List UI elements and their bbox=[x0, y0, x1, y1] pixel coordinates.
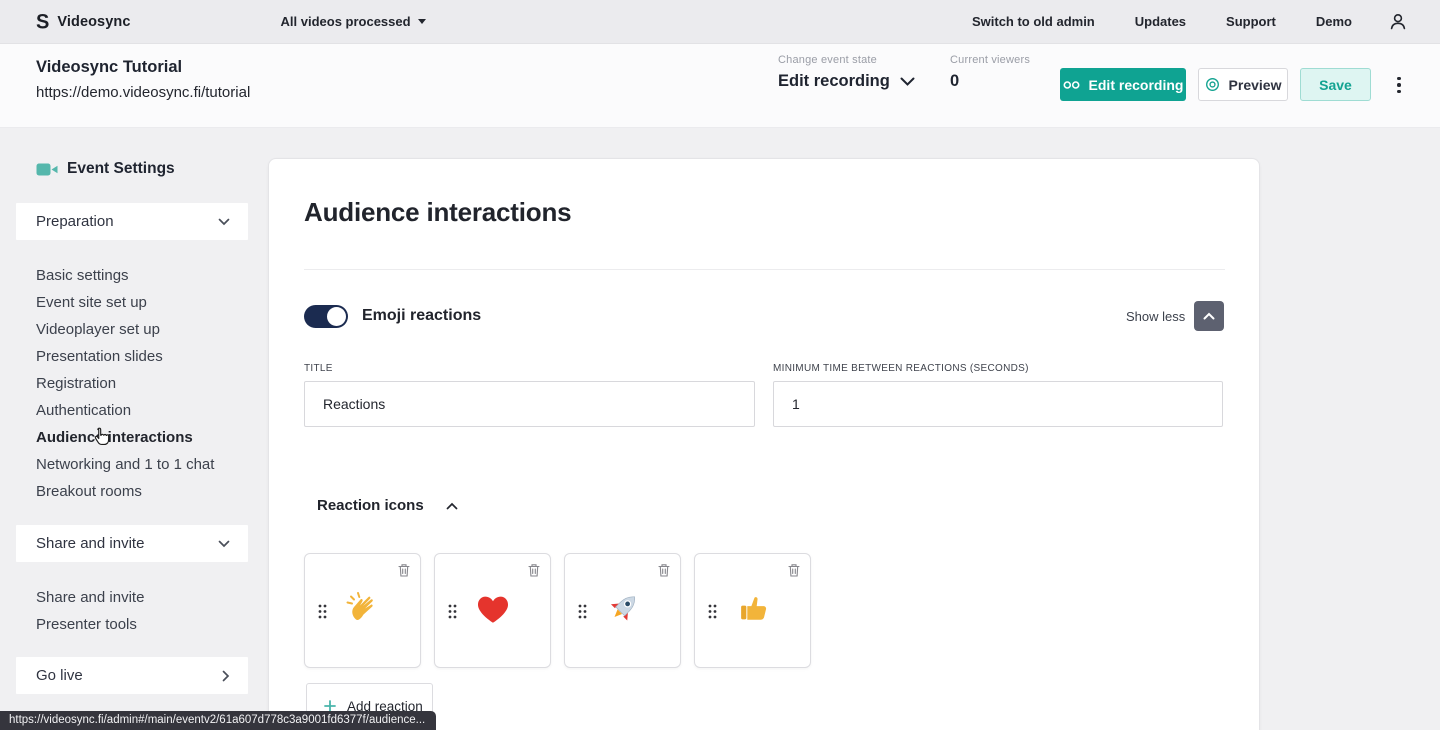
title-input[interactable] bbox=[304, 381, 755, 427]
status-url-tooltip: https://videosync.fi/admin#/main/eventv2… bbox=[0, 711, 436, 730]
sidebar-share-list: Share and invite Presenter tools bbox=[16, 584, 248, 638]
trash-icon[interactable] bbox=[787, 563, 801, 583]
reaction-card-thumbs-up bbox=[694, 553, 811, 668]
reaction-card-heart bbox=[434, 553, 551, 668]
reaction-card-rocket bbox=[564, 553, 681, 668]
event-state-label: Change event state bbox=[778, 54, 915, 66]
current-viewers-label: Current viewers bbox=[950, 54, 1030, 66]
drag-handle-icon[interactable] bbox=[578, 604, 587, 624]
drag-handle-icon[interactable] bbox=[708, 604, 717, 624]
sidebar-item-event-site-set-up[interactable]: Event site set up bbox=[16, 289, 248, 316]
preview-eye-icon bbox=[1205, 77, 1220, 92]
thumbs-up-emoji-icon bbox=[734, 589, 772, 632]
event-url[interactable]: https://demo.videosync.fi/tutorial bbox=[36, 84, 250, 101]
sidebar-item-networking-chat[interactable]: Networking and 1 to 1 chat bbox=[16, 451, 248, 478]
sidebar-item-audience-interactions[interactable]: Audience interactions bbox=[16, 424, 248, 451]
user-icon[interactable] bbox=[1388, 12, 1408, 32]
title-field-label: TITLE bbox=[304, 363, 333, 374]
sidebar-item-videoplayer-set-up[interactable]: Videoplayer set up bbox=[16, 316, 248, 343]
sidebar-item-breakout-rooms[interactable]: Breakout rooms bbox=[16, 478, 248, 505]
video-camera-icon bbox=[36, 162, 58, 177]
event-state-dropdown[interactable]: Edit recording bbox=[778, 72, 915, 91]
current-viewers-count: 0 bbox=[950, 72, 1030, 91]
rocket-emoji-icon bbox=[603, 588, 643, 633]
caret-down-icon bbox=[418, 19, 426, 24]
videos-filter-label: All videos processed bbox=[281, 14, 411, 29]
drag-handle-icon[interactable] bbox=[318, 604, 327, 624]
kebab-menu-icon[interactable] bbox=[1391, 70, 1407, 100]
event-state-block: Change event state Edit recording bbox=[778, 54, 915, 91]
link-updates[interactable]: Updates bbox=[1135, 14, 1186, 29]
audience-interactions-panel: Audience interactions Emoji reactions Sh… bbox=[268, 158, 1260, 730]
divider bbox=[304, 269, 1225, 270]
sidebar-preparation-list: Basic settings Event site set up Videopl… bbox=[16, 262, 248, 505]
sidebar-section-share-invite[interactable]: Share and invite bbox=[16, 525, 248, 562]
chevron-right-icon bbox=[222, 670, 230, 682]
edit-recording-button[interactable]: Edit recording bbox=[1060, 68, 1186, 101]
page-title: Audience interactions bbox=[304, 197, 571, 228]
brand[interactable]: S Videosync bbox=[36, 12, 131, 32]
sidebar-item-authentication[interactable]: Authentication bbox=[16, 397, 248, 424]
reaction-icons-header[interactable]: Reaction icons bbox=[317, 497, 458, 514]
link-demo[interactable]: Demo bbox=[1316, 14, 1352, 29]
sidebar-section-go-live[interactable]: Go live bbox=[16, 657, 248, 694]
show-less-link[interactable]: Show less bbox=[1126, 309, 1185, 324]
sidebar-item-share-and-invite[interactable]: Share and invite bbox=[16, 584, 248, 611]
reaction-card-clap bbox=[304, 553, 421, 668]
emoji-reactions-label: Emoji reactions bbox=[362, 307, 481, 325]
heart-emoji-icon bbox=[474, 590, 512, 631]
sidebar-heading: Event Settings bbox=[36, 160, 175, 178]
trash-icon[interactable] bbox=[657, 563, 671, 583]
min-time-input[interactable] bbox=[773, 381, 1223, 427]
save-button[interactable]: Save bbox=[1300, 68, 1371, 101]
link-switch-old-admin[interactable]: Switch to old admin bbox=[972, 14, 1095, 29]
link-support[interactable]: Support bbox=[1226, 14, 1276, 29]
sidebar-item-presentation-slides[interactable]: Presentation slides bbox=[16, 343, 248, 370]
videos-filter-dropdown[interactable]: All videos processed bbox=[281, 14, 426, 29]
emoji-reactions-toggle[interactable] bbox=[304, 305, 348, 328]
chevron-down-icon bbox=[218, 218, 230, 226]
clap-emoji-icon bbox=[343, 588, 383, 633]
sidebar-section-preparation[interactable]: Preparation bbox=[16, 203, 248, 240]
topbar: S Videosync All videos processed Switch … bbox=[0, 0, 1440, 44]
event-header: Videosync Tutorial https://demo.videosyn… bbox=[0, 44, 1440, 128]
brand-name: Videosync bbox=[57, 14, 130, 30]
collapse-section-button[interactable] bbox=[1194, 301, 1224, 331]
sidebar-item-registration[interactable]: Registration bbox=[16, 370, 248, 397]
chevron-up-icon bbox=[1203, 312, 1215, 320]
videosync-logo-icon: S bbox=[36, 11, 49, 32]
current-viewers-block: Current viewers 0 bbox=[950, 54, 1030, 91]
trash-icon[interactable] bbox=[397, 563, 411, 583]
sidebar-item-presenter-tools[interactable]: Presenter tools bbox=[16, 611, 248, 638]
chevron-up-icon bbox=[446, 502, 458, 510]
top-links: Switch to old admin Updates Support Demo bbox=[972, 14, 1352, 29]
chevron-down-icon bbox=[218, 540, 230, 548]
reaction-cards-row bbox=[304, 553, 811, 668]
event-title: Videosync Tutorial bbox=[36, 58, 182, 77]
trash-icon[interactable] bbox=[527, 563, 541, 583]
sidebar-item-basic-settings[interactable]: Basic settings bbox=[16, 262, 248, 289]
preview-button[interactable]: Preview bbox=[1198, 68, 1288, 101]
recording-icon bbox=[1063, 80, 1080, 90]
reaction-icons-title: Reaction icons bbox=[317, 497, 424, 514]
min-time-field-label: MINIMUM TIME BETWEEN REACTIONS (SECONDS) bbox=[773, 363, 1029, 374]
drag-handle-icon[interactable] bbox=[448, 604, 457, 624]
chevron-down-icon bbox=[900, 77, 915, 86]
